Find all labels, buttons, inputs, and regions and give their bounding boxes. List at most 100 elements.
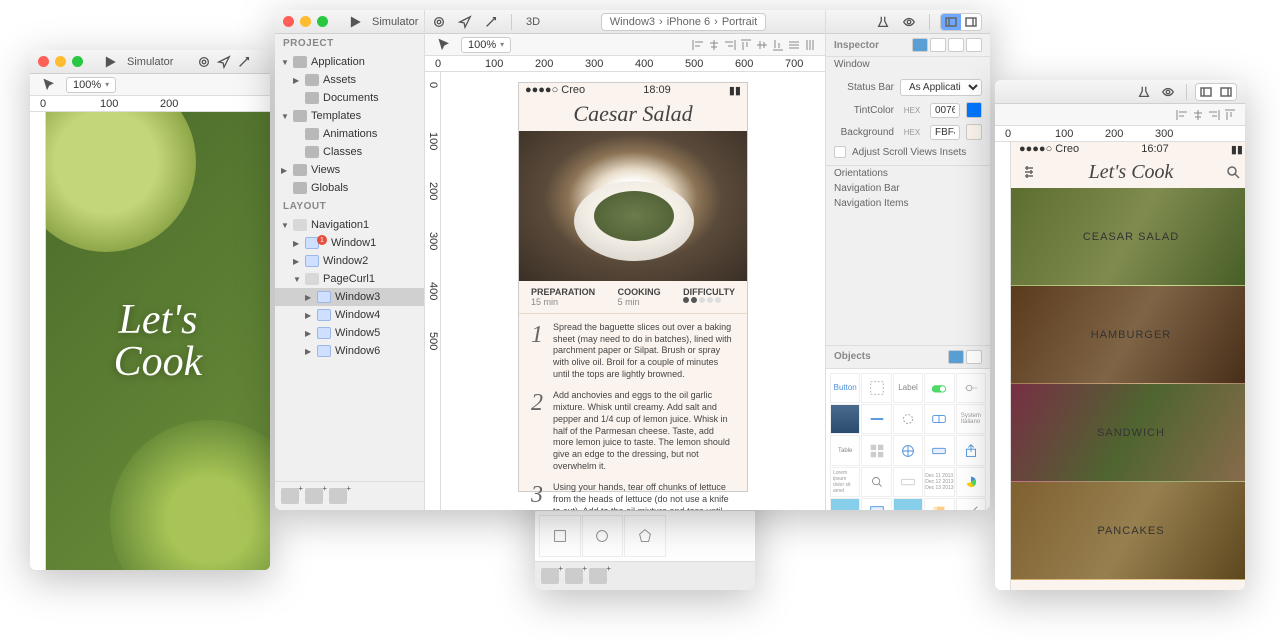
tree-window4[interactable]: ▶Window4 [275, 306, 424, 324]
cursor-icon[interactable] [433, 36, 453, 54]
eye-icon[interactable] [1158, 83, 1178, 101]
play-icon[interactable] [348, 13, 362, 31]
shape-polygon-icon[interactable] [624, 515, 666, 557]
obj-view[interactable] [861, 373, 891, 403]
obj-progress[interactable] [861, 404, 891, 434]
canvas[interactable]: Let's Cook [46, 112, 270, 570]
wand-icon[interactable] [237, 53, 251, 71]
tree-application[interactable]: ▼Application [275, 53, 424, 71]
add-window-icon[interactable] [281, 488, 299, 504]
obj-line[interactable] [956, 498, 986, 510]
obj-webview[interactable] [893, 435, 923, 465]
list-item[interactable]: CEASAR SALAD [1011, 188, 1245, 286]
flask-icon[interactable] [1134, 83, 1154, 101]
search-icon[interactable] [1225, 164, 1241, 180]
wand-icon[interactable] [481, 13, 501, 31]
phone-preview[interactable]: ●●●●○ Creo18:09▮▮ Caesar Salad PREPARATI… [518, 82, 748, 492]
shape-circle-icon[interactable] [582, 515, 624, 557]
add-icon[interactable] [541, 568, 559, 584]
statusbar-select[interactable]: As Application [900, 79, 982, 96]
tab-link-icon[interactable] [966, 38, 982, 52]
simulator-label[interactable]: Simulator [123, 56, 177, 68]
tab-connections-icon[interactable] [948, 38, 964, 52]
obj-slider[interactable] [956, 373, 986, 403]
align-center-h-icon[interactable] [1191, 108, 1205, 122]
obj-button[interactable]: Button [830, 373, 860, 403]
close-icon[interactable] [283, 16, 294, 27]
distribute-v-icon[interactable] [803, 38, 817, 52]
minimize-icon[interactable] [55, 56, 66, 67]
tree-documents[interactable]: Documents [275, 89, 424, 107]
section-navbar[interactable]: Navigation Bar [826, 181, 990, 196]
align-middle-icon[interactable] [755, 38, 769, 52]
eye-icon[interactable] [899, 13, 919, 31]
obj-stepper[interactable] [924, 404, 954, 434]
tab-attributes-icon[interactable] [912, 38, 928, 52]
obj-scrollview[interactable] [861, 498, 891, 510]
obj-collection[interactable] [861, 435, 891, 465]
list-item[interactable]: SANDWICH [1011, 384, 1245, 482]
tree-window3[interactable]: ▶Window3 [275, 288, 424, 306]
tree-window6[interactable]: ▶Window6 [275, 342, 424, 360]
breadcrumb[interactable]: Window3›iPhone 6›Portrait [601, 13, 767, 31]
obj-pageview[interactable] [924, 498, 954, 510]
obj-switch[interactable] [924, 373, 954, 403]
section-orientations[interactable]: Orientations [826, 166, 990, 181]
location-icon[interactable] [455, 13, 475, 31]
add-nav-icon[interactable] [305, 488, 323, 504]
add-icon[interactable] [565, 568, 583, 584]
zoom-icon[interactable] [317, 16, 328, 27]
tree-pagecurl[interactable]: ▼PageCurl1 [275, 270, 424, 288]
obj-image[interactable] [830, 404, 860, 434]
zoom-icon[interactable] [72, 56, 83, 67]
align-center-h-icon[interactable] [707, 38, 721, 52]
obj-label[interactable]: Label [893, 373, 923, 403]
pane-toggle[interactable] [940, 13, 982, 31]
canvas[interactable]: ●●●●○ Creo16:07▮▮ Let's Cook CEASAR SALA… [1011, 142, 1245, 590]
align-bottom-icon[interactable] [771, 38, 785, 52]
align-top-icon[interactable] [1223, 108, 1237, 122]
gear-icon[interactable] [197, 53, 211, 71]
tab-media-icon[interactable] [966, 350, 982, 364]
distribute-h-icon[interactable] [787, 38, 801, 52]
tree-window5[interactable]: ▶Window5 [275, 324, 424, 342]
background-input[interactable] [930, 125, 960, 140]
adjust-checkbox[interactable] [834, 146, 846, 158]
tab-size-icon[interactable] [930, 38, 946, 52]
tree-assets[interactable]: ▶Assets [275, 71, 424, 89]
flask-icon[interactable] [873, 13, 893, 31]
obj-input[interactable] [893, 467, 923, 497]
tree-globals[interactable]: Globals [275, 179, 424, 197]
add-folder-icon[interactable] [329, 488, 347, 504]
list-item[interactable]: HAMBURGER [1011, 286, 1245, 384]
titlebar[interactable]: Simulator 3D [30, 50, 270, 74]
cursor-icon[interactable] [38, 76, 58, 94]
align-right-icon[interactable] [1207, 108, 1221, 122]
titlebar[interactable] [995, 80, 1245, 104]
align-left-icon[interactable] [1175, 108, 1189, 122]
obj-imageview[interactable] [830, 498, 860, 510]
phone-preview[interactable]: ●●●●○ Creo16:07▮▮ Let's Cook CEASAR SALA… [1011, 142, 1245, 582]
background-swatch[interactable] [966, 124, 982, 140]
tree-navigation[interactable]: ▼Navigation1 [275, 216, 424, 234]
obj-chart[interactable] [956, 467, 986, 497]
location-icon[interactable] [217, 53, 231, 71]
align-left-icon[interactable] [691, 38, 705, 52]
gear-icon[interactable] [429, 13, 449, 31]
tree-window1[interactable]: ▶1Window1 [275, 234, 424, 252]
add-icon[interactable] [589, 568, 607, 584]
obj-table[interactable]: Table [830, 435, 860, 465]
tab-controls-icon[interactable] [948, 350, 964, 364]
obj-search[interactable] [861, 467, 891, 497]
align-right-icon[interactable] [723, 38, 737, 52]
shape-rect-icon[interactable] [539, 515, 581, 557]
zoom-select[interactable]: 100% [461, 37, 511, 53]
canvas[interactable]: ●●●●○ Creo18:09▮▮ Caesar Salad PREPARATI… [441, 72, 825, 510]
obj-datepicker[interactable]: Dec 11 2013Dec 12 2013Dec 13 2013 [924, 467, 954, 497]
obj-activity[interactable] [893, 404, 923, 434]
pane-toggle[interactable] [1195, 83, 1237, 101]
zoom-select[interactable]: 100% [66, 77, 116, 93]
list-item[interactable]: PANCAKES [1011, 482, 1245, 580]
obj-textfield[interactable] [924, 435, 954, 465]
close-icon[interactable] [38, 56, 49, 67]
